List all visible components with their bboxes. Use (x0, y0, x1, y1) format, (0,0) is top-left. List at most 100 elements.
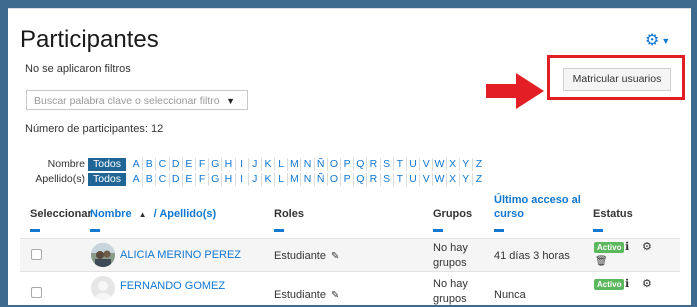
status-badge: Activo (594, 242, 625, 253)
row-select-checkbox[interactable] (31, 249, 42, 260)
status-column-collapse[interactable] (593, 229, 603, 232)
enrol-users-button[interactable]: Matricular usuarios (563, 68, 671, 91)
avatar[interactable] (91, 243, 115, 267)
last-initial-letter[interactable]: M (287, 173, 300, 186)
last-initial-letter[interactable]: J (247, 173, 261, 186)
first-initial-letter[interactable]: H (221, 158, 234, 171)
last-initial-letter[interactable]: K (260, 173, 274, 186)
name-sort-link[interactable]: Nombre ▲ / Apellido(s) (90, 208, 216, 220)
last-initial-letter[interactable]: B (142, 173, 155, 186)
first-initial-letter[interactable]: U (405, 158, 419, 171)
first-initial-letter[interactable]: C (155, 158, 168, 171)
last-initial-letter[interactable]: Q (353, 173, 366, 186)
roles-header: Roles (274, 208, 304, 220)
last-initial-letter[interactable]: E (181, 173, 195, 186)
search-filter-input[interactable]: Buscar palabra clave o seleccionar filtr… (26, 90, 248, 110)
first-initial-letter[interactable]: Ñ (313, 158, 327, 171)
gear-icon[interactable]: ⚙ (642, 242, 652, 253)
first-initial-letter[interactable]: A (130, 158, 142, 171)
participant-role: Estudiante ✎ (274, 289, 339, 301)
first-initial-letter[interactable]: W (432, 158, 445, 171)
first-initial-letter[interactable]: O (326, 158, 340, 171)
last-initial-letter[interactable]: C (155, 173, 168, 186)
first-initial-letter[interactable]: T (392, 158, 406, 171)
first-initial-letter[interactable]: Z (471, 158, 485, 171)
first-initial-letter[interactable]: X (445, 158, 459, 171)
row-select-checkbox[interactable] (31, 287, 42, 298)
first-initial-letter[interactable]: D (168, 158, 182, 171)
pencil-icon[interactable]: ✎ (331, 290, 339, 301)
page-title: Participantes (20, 26, 159, 53)
first-initial-letter[interactable]: R (366, 158, 379, 171)
last-initial-letter[interactable]: W (432, 173, 445, 186)
info-icon[interactable]: ℹ (625, 242, 629, 253)
dropdown-arrow-icon[interactable]: ▼ (226, 91, 235, 111)
participant-name-link[interactable]: FERNANDO GOMEZ (120, 280, 225, 292)
first-initial-letter[interactable]: P (340, 158, 353, 171)
last-initial-letter[interactable]: Ñ (313, 173, 327, 186)
participant-name-link[interactable]: ALICIA MERINO PEREZ (120, 249, 241, 261)
select-column-collapse[interactable] (30, 229, 40, 232)
groups-line1: No hay (433, 278, 468, 290)
last-initial-letter[interactable]: L (274, 173, 287, 186)
last-initial-letter[interactable]: R (366, 173, 379, 186)
surname-letters: ABCDEFGHIJKLMNÑOPQRSTUVWXYZ (130, 173, 485, 186)
groups-line1: No hay (433, 242, 468, 254)
last-initial-letter[interactable]: P (340, 173, 353, 186)
last-initial-letter[interactable]: N (300, 173, 313, 186)
first-initial-letter[interactable]: E (181, 158, 195, 171)
groups-column-collapse[interactable] (433, 229, 443, 232)
pencil-icon[interactable]: ✎ (331, 251, 339, 262)
last-initial-letter[interactable]: O (326, 173, 340, 186)
first-initial-letter[interactable]: B (142, 158, 155, 171)
search-placeholder: Buscar palabra clave o seleccionar filtr… (34, 95, 220, 107)
last-initial-letter[interactable]: Z (471, 173, 485, 186)
avatar[interactable] (91, 276, 115, 300)
select-column-header: Seleccionar (30, 208, 92, 220)
gear-icon[interactable]: ⚙ (642, 279, 652, 290)
info-icon[interactable]: ℹ (625, 279, 629, 290)
last-initial-letter[interactable]: G (208, 173, 221, 186)
first-initial-letter[interactable]: J (247, 158, 261, 171)
last-initial-letter[interactable]: Y (458, 173, 472, 186)
first-name-filter-label: Nombre (47, 158, 85, 170)
first-name-all-button[interactable]: Todos (88, 158, 126, 171)
surname-all-button[interactable]: Todos (88, 173, 126, 186)
first-initial-letter[interactable]: I (234, 158, 248, 171)
last-initial-letter[interactable]: U (405, 173, 419, 186)
last-access-header-line2[interactable]: curso (494, 208, 524, 220)
first-initial-letter[interactable]: N (300, 158, 313, 171)
name-column-collapse[interactable] (90, 229, 100, 232)
groups-line2: grupos (433, 257, 467, 269)
roles-column-collapse[interactable] (274, 229, 284, 232)
first-initial-letter[interactable]: Y (458, 158, 472, 171)
first-initial-letter[interactable]: S (379, 158, 393, 171)
last-initial-letter[interactable]: S (379, 173, 393, 186)
last-initial-letter[interactable]: T (392, 173, 406, 186)
last-initial-letter[interactable]: X (445, 173, 459, 186)
participant-groups: No hay grupos (433, 277, 468, 307)
last-initial-letter[interactable]: A (130, 173, 142, 186)
last-initial-letter[interactable]: F (194, 173, 208, 186)
name-header[interactable]: Nombre (90, 208, 132, 220)
first-initial-letter[interactable]: G (208, 158, 221, 171)
first-initial-letter[interactable]: F (194, 158, 208, 171)
first-initial-letter[interactable]: L (274, 158, 287, 171)
last-access-header-line1[interactable]: Último acceso al (494, 194, 581, 206)
first-initial-letter[interactable]: Q (353, 158, 366, 171)
last-access-column-collapse[interactable] (494, 229, 504, 232)
trash-icon[interactable]: 🗑 (595, 257, 608, 267)
last-access-value: 41 días 3 horas (494, 250, 570, 262)
last-initial-letter[interactable]: H (221, 173, 234, 186)
last-initial-letter[interactable]: I (234, 173, 248, 186)
first-initial-letter[interactable]: M (287, 158, 300, 171)
first-initial-letter[interactable]: V (419, 158, 432, 171)
surname-header[interactable]: / Apellido(s) (154, 208, 217, 220)
first-initial-letter[interactable]: K (260, 158, 274, 171)
settings-menu[interactable]: ⚙ ▼ (645, 30, 670, 50)
last-initial-letter[interactable]: V (419, 173, 432, 186)
last-initial-letter[interactable]: D (168, 173, 182, 186)
default-user-icon (91, 276, 115, 300)
red-arrow-annotation (486, 73, 544, 109)
participants-count: Número de participantes: 12 (25, 123, 164, 135)
